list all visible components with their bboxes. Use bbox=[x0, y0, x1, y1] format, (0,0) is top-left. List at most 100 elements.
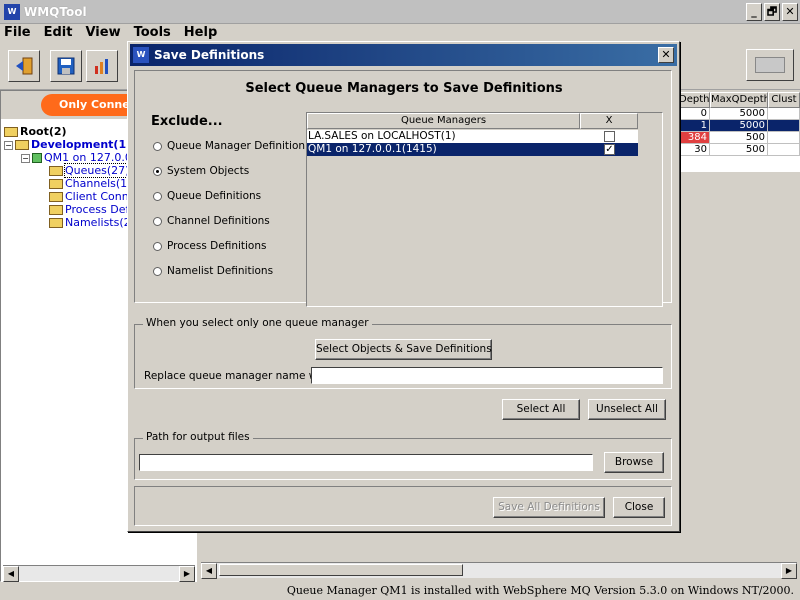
table-cell-maxqdepth: 5000 bbox=[710, 120, 768, 132]
close-window-button[interactable]: ✕ bbox=[782, 3, 798, 21]
queue-manager-name: LA.SALES on LOCALHOST(1) bbox=[308, 130, 456, 142]
wmq-logo-icon: W bbox=[4, 4, 20, 20]
tree-node-channels[interactable]: Channels(12) bbox=[49, 177, 138, 190]
close-button[interactable]: Close bbox=[613, 497, 665, 518]
menu-edit[interactable]: Edit bbox=[44, 24, 73, 42]
scroll-right-icon[interactable]: ▶ bbox=[781, 563, 797, 579]
title-bar: W WMQTool _ 🗗 ✕ bbox=[0, 0, 800, 24]
column-header-queue-managers[interactable]: Queue Managers bbox=[307, 113, 580, 129]
table-cell-maxqdepth: 500 bbox=[710, 144, 768, 156]
radio-icon[interactable] bbox=[153, 266, 162, 276]
exclude-option[interactable]: Process Definitions bbox=[153, 240, 266, 252]
table-horizontal-scrollbar[interactable]: ◀ ▶ bbox=[201, 562, 797, 579]
table-cell-depth: 0 bbox=[678, 108, 710, 120]
table-cell-cluster bbox=[768, 144, 800, 156]
table-cell-depth: 384 bbox=[678, 132, 710, 144]
exclude-label: Exclude... bbox=[151, 114, 223, 129]
table-row[interactable]: LA.SALES on LOCALHOST(1) bbox=[307, 130, 638, 143]
exclude-option[interactable]: System Objects bbox=[153, 165, 249, 177]
exclude-option[interactable]: Namelist Definitions bbox=[153, 265, 273, 277]
tree-horizontal-scrollbar[interactable]: ◀ ▶ bbox=[3, 565, 195, 582]
radio-icon[interactable] bbox=[153, 241, 162, 251]
save-checkbox[interactable] bbox=[604, 131, 615, 142]
table-cell-maxqdepth: 500 bbox=[710, 132, 768, 144]
folder-icon bbox=[49, 166, 63, 176]
scroll-thumb[interactable] bbox=[219, 564, 463, 576]
unselect-all-button[interactable]: Unselect All bbox=[588, 399, 666, 420]
browse-button[interactable]: Browse bbox=[604, 452, 664, 473]
save-toolbar-button[interactable] bbox=[50, 50, 82, 82]
exclude-option[interactable]: Queue Definitions bbox=[153, 190, 261, 202]
tree-node-root[interactable]: Root(2) bbox=[4, 125, 67, 138]
selection-panel: Select Queue Managers to Save Definition… bbox=[134, 70, 672, 307]
table-cell-maxqdepth: 5000 bbox=[710, 108, 768, 120]
select-objects-save-button[interactable]: Select Objects & Save Definitions bbox=[315, 339, 492, 360]
restore-button[interactable]: 🗗 bbox=[764, 3, 780, 21]
scroll-right-icon[interactable]: ▶ bbox=[179, 566, 195, 582]
table-cell-cluster bbox=[768, 120, 800, 132]
table-cell-cluster bbox=[768, 108, 800, 120]
menu-view[interactable]: View bbox=[85, 24, 120, 42]
right-bottom-panel: ◀ ▶ bbox=[197, 530, 800, 582]
queue-manager-icon bbox=[32, 153, 42, 163]
console-button[interactable] bbox=[746, 49, 794, 81]
console-icon bbox=[755, 57, 785, 73]
radio-icon[interactable] bbox=[153, 141, 162, 151]
tree-node-namelists[interactable]: Namelists(2) bbox=[49, 216, 135, 229]
collapse-icon[interactable]: − bbox=[21, 153, 30, 163]
radio-icon[interactable] bbox=[153, 166, 162, 176]
column-header-x[interactable]: X bbox=[580, 113, 638, 129]
save-definitions-dialog: W Save Definitions ✕ Select Queue Manage… bbox=[127, 41, 680, 532]
save-all-definitions-button[interactable]: Save All Definitions bbox=[493, 497, 605, 518]
replace-label: Replace queue manager name with bbox=[144, 370, 332, 382]
exit-button[interactable] bbox=[8, 50, 40, 82]
dialog-close-icon[interactable]: ✕ bbox=[658, 47, 674, 63]
exit-icon bbox=[16, 57, 33, 75]
select-all-button[interactable]: Select All bbox=[502, 399, 580, 420]
dialog-heading: Select Queue Managers to Save Definition… bbox=[245, 81, 563, 96]
window-controls: _ 🗗 ✕ bbox=[746, 3, 798, 21]
menu-bar: File Edit View Tools Help bbox=[0, 24, 800, 42]
menu-file[interactable]: File bbox=[4, 24, 31, 42]
exclude-option-label: Namelist Definitions bbox=[167, 265, 274, 277]
queue-table: Depth MaxQDepth Clust 0 5000 1 5000 384 500 30… bbox=[678, 92, 800, 172]
exclude-option-label: Queue Definitions bbox=[167, 190, 262, 202]
queue-manager-name: QM1 on 127.0.0.1(1415) bbox=[308, 143, 437, 155]
scroll-left-icon[interactable]: ◀ bbox=[201, 563, 217, 579]
chart-button[interactable] bbox=[86, 50, 118, 82]
menu-help[interactable]: Help bbox=[184, 24, 217, 42]
column-header-cluster[interactable]: Clust bbox=[768, 92, 800, 108]
output-path-input[interactable] bbox=[139, 454, 593, 471]
exclude-option-label: Process Definitions bbox=[167, 240, 267, 252]
save-actions-group: Save All Definitions Close bbox=[134, 486, 672, 526]
output-path-group: Path for output files Browse bbox=[134, 431, 672, 480]
radio-icon[interactable] bbox=[153, 216, 162, 226]
folder-icon bbox=[15, 140, 29, 150]
dialog-title-bar: W Save Definitions ✕ bbox=[130, 44, 677, 66]
radio-icon[interactable] bbox=[153, 191, 162, 201]
collapse-icon[interactable]: − bbox=[4, 140, 13, 150]
folder-icon bbox=[49, 192, 63, 202]
column-header-maxqdepth[interactable]: MaxQDepth bbox=[710, 92, 768, 108]
tree-node-development[interactable]: − Development(1) bbox=[4, 138, 131, 151]
exclude-option-label: System Objects bbox=[167, 165, 250, 177]
folder-icon bbox=[49, 179, 63, 189]
folder-icon bbox=[49, 218, 63, 228]
menu-tools[interactable]: Tools bbox=[134, 24, 171, 42]
app-title: WMQTool bbox=[24, 5, 87, 19]
exclude-option[interactable]: Queue Manager Definition bbox=[153, 140, 305, 152]
queue-managers-table: Queue Managers X LA.SALES on LOCALHOST(1… bbox=[306, 112, 663, 307]
save-checkbox[interactable]: ✓ bbox=[604, 144, 615, 155]
single-qm-group: When you select only one queue manager S… bbox=[134, 317, 672, 389]
dialog-title: Save Definitions bbox=[154, 48, 265, 62]
exclude-option[interactable]: Channel Definitions bbox=[153, 215, 270, 227]
column-header-depth[interactable]: Depth bbox=[678, 92, 710, 108]
tree-node-queues[interactable]: Queues(27) bbox=[49, 163, 131, 178]
table-cell-depth: 30 bbox=[678, 144, 710, 156]
scroll-left-icon[interactable]: ◀ bbox=[3, 566, 19, 582]
minimize-button[interactable]: _ bbox=[746, 3, 762, 21]
wmq-logo-icon: W bbox=[133, 47, 149, 63]
folder-icon bbox=[4, 127, 18, 137]
replace-qm-name-input[interactable] bbox=[311, 367, 663, 384]
table-row[interactable]: QM1 on 127.0.0.1(1415) ✓ bbox=[307, 143, 638, 156]
